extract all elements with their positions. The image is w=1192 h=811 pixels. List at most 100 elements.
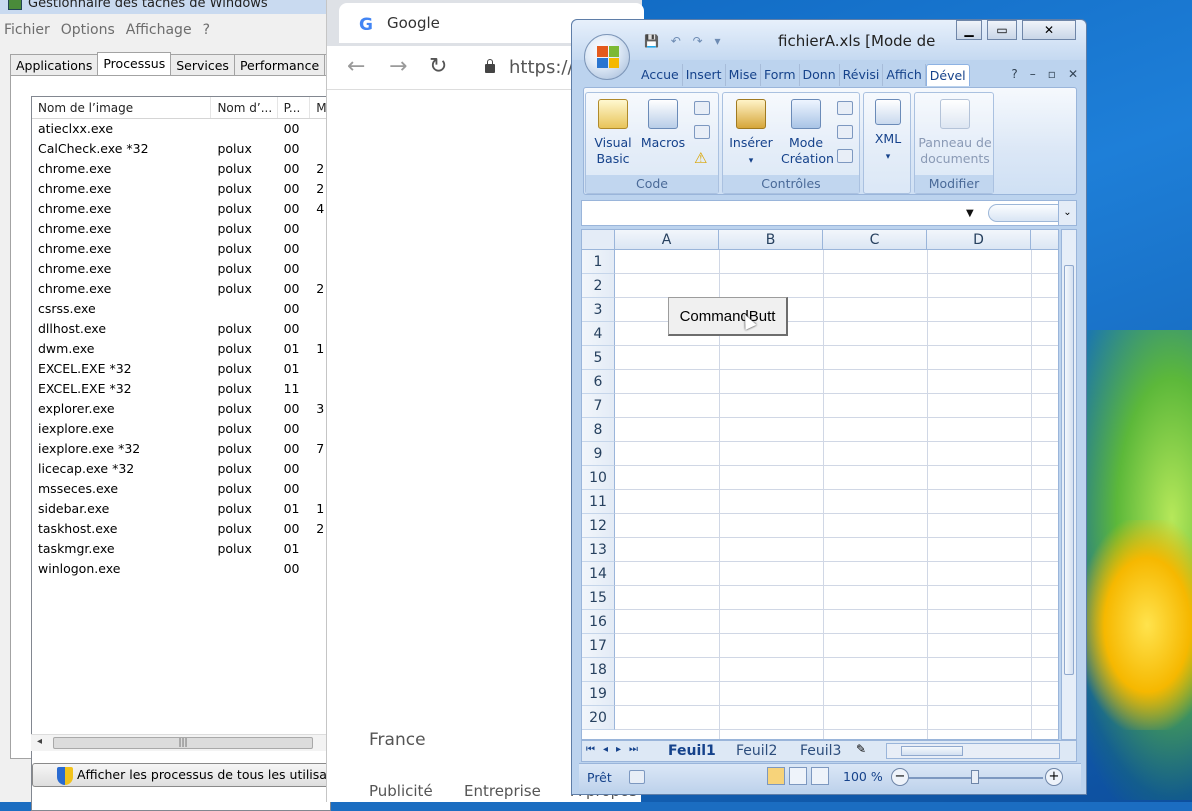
minimize-button[interactable]: ▁ — [956, 20, 982, 40]
menu-help[interactable]: ? — [203, 22, 210, 38]
tab-processes[interactable]: Processus — [97, 52, 172, 76]
tab-formulas[interactable]: Form — [761, 64, 800, 86]
row-header[interactable]: 11 — [582, 490, 615, 514]
process-row[interactable]: chrome.exe polux 00 2 — [32, 159, 330, 179]
process-row[interactable]: dllhost.exe polux 00 — [32, 319, 330, 339]
column-user-name[interactable]: Nom d’... — [211, 97, 278, 118]
show-all-processes-button[interactable]: Afficher les processus de tous les utili… — [32, 763, 337, 787]
process-list[interactable]: Nom de l’image Nom d’... P... M atieclxx… — [31, 96, 331, 811]
column-header[interactable]: D — [927, 230, 1031, 250]
back-arrow-icon[interactable]: ← — [347, 54, 365, 79]
process-row[interactable]: EXCEL.EXE *32 polux 01 — [32, 359, 330, 379]
process-row[interactable]: explorer.exe polux 00 3 — [32, 399, 330, 419]
spreadsheet-grid[interactable]: ABCD 1 2 3 4 5 6 7 8 9 10 11 12 13 14 15 16 17 18 19 20 Com… — [581, 229, 1059, 740]
row-header[interactable]: 7 — [582, 394, 615, 418]
tab-developer[interactable]: Dével — [925, 64, 970, 86]
close-button[interactable]: ✕ — [1022, 20, 1076, 40]
macro-security-warning-icon[interactable]: ⚠ — [694, 149, 707, 167]
zoom-out-icon[interactable]: − — [891, 768, 909, 786]
scroll-left-icon[interactable]: ◂ — [37, 736, 42, 747]
process-row[interactable]: csrss.exe 00 — [32, 299, 330, 319]
process-row[interactable]: dwm.exe polux 01 1 — [32, 339, 330, 359]
select-all-corner[interactable] — [582, 230, 615, 250]
scrollbar-thumb[interactable]: ||| — [53, 737, 313, 749]
column-image-name[interactable]: Nom de l’image — [32, 97, 212, 118]
row-header[interactable]: 14 — [582, 562, 615, 586]
process-row[interactable]: iexplore.exe *32 polux 00 7 — [32, 439, 330, 459]
insert-control-button[interactable]: Insérer ▾ — [729, 99, 773, 169]
properties-icon[interactable] — [837, 101, 853, 115]
maximize-button[interactable]: ▭ — [987, 20, 1017, 40]
tab-performance[interactable]: Performance — [233, 54, 326, 76]
xml-button[interactable]: XML ▾ — [868, 99, 908, 165]
zoom-level[interactable]: 100 % — [843, 769, 883, 784]
process-row[interactable]: EXCEL.EXE *32 polux 11 — [32, 379, 330, 399]
process-row[interactable]: winlogon.exe 00 — [32, 559, 330, 579]
row-header[interactable]: 17 — [582, 634, 615, 658]
sheet-tab-feuil3[interactable]: Feuil3 — [800, 742, 841, 760]
row-header[interactable]: 15 — [582, 586, 615, 610]
tab-insert[interactable]: Insert — [683, 64, 726, 86]
name-box-dropdown-icon[interactable]: ▼ — [966, 208, 974, 219]
process-row[interactable]: taskhost.exe polux 00 2 — [32, 519, 330, 539]
sheet-navigation-icons[interactable]: ⏮◂▸⏭ — [586, 744, 646, 755]
quick-access-toolbar[interactable]: 💾 ↶ ↷ ▾ — [644, 34, 725, 48]
ribbon-restore-icon[interactable]: ▫ — [1048, 67, 1056, 81]
record-macro-icon[interactable] — [694, 101, 710, 115]
relative-ref-icon[interactable] — [694, 125, 710, 139]
column-header[interactable]: A — [615, 230, 719, 250]
column-header[interactable]: C — [823, 230, 927, 250]
ribbon-close-icon[interactable]: ✕ — [1068, 67, 1078, 81]
visual-basic-button[interactable]: Visual Basic — [592, 99, 634, 167]
process-row[interactable]: chrome.exe polux 00 — [32, 259, 330, 279]
menu-view[interactable]: Affichage — [126, 22, 192, 38]
tab-applications[interactable]: Applications — [10, 54, 99, 76]
column-header-partial[interactable] — [1031, 230, 1058, 250]
page-layout-view-icon[interactable] — [789, 767, 807, 785]
ribbon-minimize-icon[interactable]: – — [1030, 67, 1036, 81]
row-header[interactable]: 1 — [582, 250, 615, 274]
tab-data[interactable]: Donn — [800, 64, 840, 86]
tab-review[interactable]: Révisi — [840, 64, 884, 86]
view-code-icon[interactable] — [837, 125, 853, 139]
horizontal-scrollbar[interactable] — [886, 743, 1060, 759]
reload-icon[interactable]: ↻ — [429, 54, 447, 79]
forward-arrow-icon[interactable]: → — [389, 54, 407, 79]
tab-home[interactable]: Accue — [638, 64, 683, 86]
macros-button[interactable]: Macros — [638, 99, 688, 151]
row-header[interactable]: 3 — [582, 298, 615, 322]
row-header[interactable]: 6 — [582, 370, 615, 394]
expand-formula-bar-icon[interactable]: ⌄ — [1058, 201, 1076, 225]
column-header[interactable]: B — [719, 230, 823, 250]
page-break-view-icon[interactable] — [811, 767, 829, 785]
office-button[interactable] — [584, 34, 630, 80]
menu-file[interactable]: Fichier — [4, 22, 50, 38]
row-header[interactable]: 2 — [582, 274, 615, 298]
process-row[interactable]: chrome.exe polux 00 4 — [32, 199, 330, 219]
process-row[interactable]: taskmgr.exe polux 01 — [32, 539, 330, 559]
process-row[interactable]: chrome.exe polux 00 2 — [32, 179, 330, 199]
process-row[interactable]: chrome.exe polux 00 — [32, 239, 330, 259]
row-header[interactable]: 18 — [582, 658, 615, 682]
row-header[interactable]: 19 — [582, 682, 615, 706]
insert-sheet-icon[interactable]: ✎ — [856, 742, 866, 756]
sheet-tab-feuil1[interactable]: Feuil1 — [668, 742, 716, 760]
zoom-slider-knob[interactable] — [971, 770, 979, 784]
vertical-scrollbar[interactable] — [1061, 229, 1077, 740]
process-row[interactable]: msseces.exe polux 00 — [32, 479, 330, 499]
sheet-tab-feuil2[interactable]: Feuil2 — [736, 742, 777, 760]
process-row[interactable]: atieclxx.exe 00 — [32, 119, 330, 139]
macro-record-status-icon[interactable] — [629, 770, 645, 784]
footer-link-business[interactable]: Entreprise — [464, 782, 541, 800]
process-row[interactable]: sidebar.exe polux 01 1 — [32, 499, 330, 519]
row-header[interactable]: 5 — [582, 346, 615, 370]
footer-link-ads[interactable]: Publicité — [369, 782, 433, 800]
row-header[interactable]: 10 — [582, 466, 615, 490]
tab-services[interactable]: Services — [170, 54, 235, 76]
normal-view-icon[interactable] — [767, 767, 785, 785]
command-button[interactable]: CommandButt — [668, 297, 788, 336]
menu-options[interactable]: Options — [61, 22, 115, 38]
formula-input[interactable] — [988, 204, 1066, 222]
tab-view[interactable]: Affich — [883, 64, 926, 86]
process-row[interactable]: chrome.exe polux 00 — [32, 219, 330, 239]
